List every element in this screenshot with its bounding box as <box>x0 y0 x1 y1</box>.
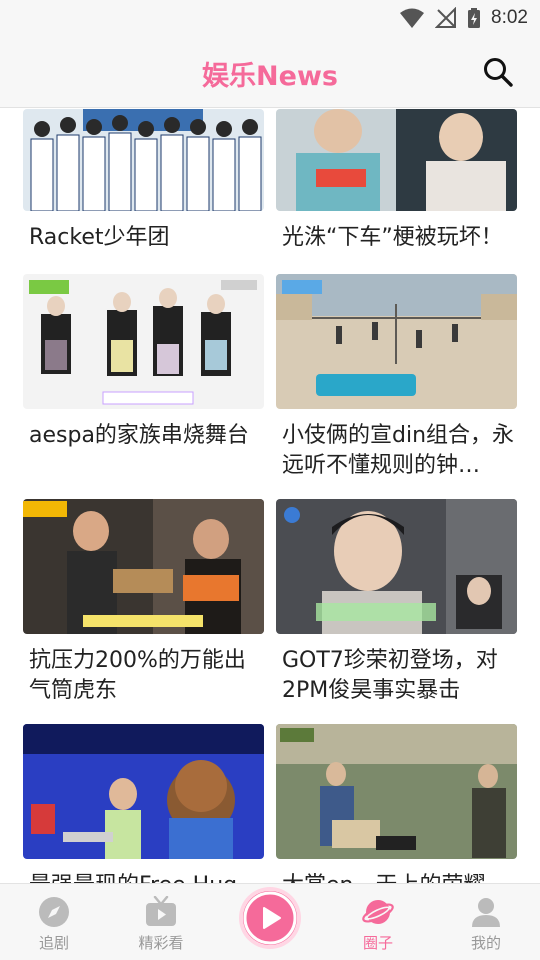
status-icons: 8:02 <box>399 6 528 30</box>
tab-jingcaikan[interactable]: 精彩看 <box>121 884 201 960</box>
app-header: 娱乐News <box>0 36 540 108</box>
status-bar: 8:02 <box>0 0 540 36</box>
thumbnail-image <box>276 724 517 859</box>
planet-icon <box>362 900 394 924</box>
tab-quanzi[interactable]: 圈子 <box>338 884 418 960</box>
video-card[interactable]: aespa的家族串烧舞台 <box>23 274 264 451</box>
video-title: 光洙“下车”梗被玩坏！ <box>282 225 503 250</box>
tab-label: 追剧 <box>38 934 69 952</box>
video-thumbnail[interactable] <box>276 499 517 634</box>
video-thumbnail[interactable] <box>276 109 517 211</box>
battery-icon <box>468 8 481 28</box>
page-title: 娱乐News <box>202 61 338 92</box>
tab-wode[interactable]: 我的 <box>446 884 526 960</box>
center-play-button[interactable] <box>243 891 297 945</box>
thumbnail-image <box>23 499 264 634</box>
video-card[interactable]: 最强最现的Free Hug <box>23 724 264 883</box>
tab-label: 圈子 <box>362 934 393 952</box>
video-thumbnail[interactable] <box>23 724 264 859</box>
profile-icon <box>472 898 500 927</box>
video-card[interactable]: GOT7珍荣初登场，对2PM俊昊事实暴击 <box>276 499 517 706</box>
video-card[interactable]: 抗压力200%的万能出气筒虎东 <box>23 499 264 706</box>
video-title: 大赏en，天上的荣耀 <box>276 871 517 883</box>
thumbnail-image <box>23 724 264 859</box>
compass-icon <box>39 897 69 927</box>
thumbnail-image <box>276 274 517 409</box>
thumbnail-image <box>23 274 264 409</box>
video-title: 小伎俩的宣din组合，永远听不懂规则的钟… <box>282 423 515 478</box>
thumbnail-image <box>23 109 264 211</box>
video-thumbnail[interactable] <box>276 274 517 409</box>
tab-label: 我的 <box>470 934 501 952</box>
tab-label: 精彩看 <box>138 934 184 952</box>
video-card[interactable]: 光洙“下车”梗被玩坏！ <box>276 109 517 253</box>
video-thumbnail[interactable] <box>23 499 264 634</box>
video-thumbnail[interactable] <box>23 274 264 409</box>
video-title: GOT7珍荣初登场，对2PM俊昊事实暴击 <box>282 648 498 703</box>
video-card[interactable]: Racket少年团 <box>23 109 264 253</box>
video-thumbnail[interactable] <box>276 724 517 859</box>
video-thumbnail[interactable] <box>23 109 264 211</box>
no-signal-icon <box>435 7 457 28</box>
video-title: aespa的家族串烧舞台 <box>29 423 249 448</box>
tv-icon <box>146 896 176 926</box>
tab-zhuiju[interactable]: 追剧 <box>14 884 94 960</box>
wifi-icon <box>400 8 425 28</box>
play-icon <box>243 891 297 945</box>
video-card[interactable]: 大赏en，天上的荣耀 <box>276 724 517 883</box>
thumbnail-image <box>276 109 517 211</box>
video-card[interactable]: 小伎俩的宣din组合，永远听不懂规则的钟… <box>276 274 517 481</box>
bottom-tab-bar: 追剧 精彩看 圈子 我的 <box>0 883 540 960</box>
video-feed[interactable]: Racket少年团 光洙“下车”梗被玩坏！ aespa的家族串烧舞台 小伎俩的宣… <box>0 109 540 883</box>
status-time: 8:02 <box>491 7 528 28</box>
video-title: 最强最现的Free Hug <box>23 871 264 883</box>
video-title: Racket少年团 <box>29 225 170 250</box>
thumbnail-image <box>276 499 517 634</box>
search-icon[interactable] <box>482 56 514 88</box>
video-title: 抗压力200%的万能出气筒虎东 <box>29 648 246 703</box>
